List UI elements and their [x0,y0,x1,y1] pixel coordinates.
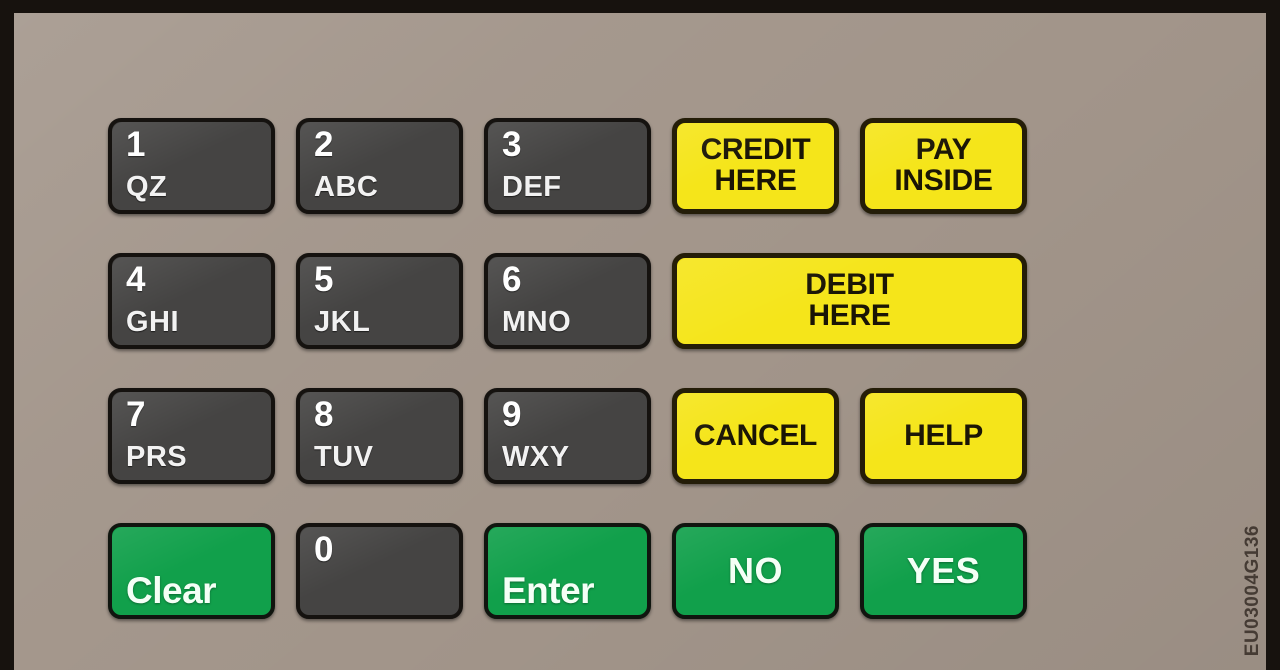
key-clear[interactable]: Clear [108,523,275,619]
key-0[interactable]: 0 [296,523,463,619]
key-label: Enter [502,570,595,611]
key-enter[interactable]: Enter [484,523,651,619]
key-label: NO [728,550,783,591]
key-label: YES [906,550,981,591]
keypad-faceplate: 1 QZ 2 ABC 3 DEF CREDIT HERE PAY INSIDE 4 GHI 5 JKL… [14,13,1266,670]
key-debit-here[interactable]: DEBIT HERE [672,253,1027,349]
key-7[interactable]: 7 PRS [108,388,275,484]
key-letters: WXY [502,441,570,474]
key-2[interactable]: 2 ABC [296,118,463,214]
key-digit: 1 [126,125,145,164]
key-digit: 6 [502,260,521,299]
key-letters: ABC [314,171,379,204]
key-letters: PRS [126,441,188,474]
key-digit: 4 [126,260,145,299]
key-letters: GHI [126,306,180,339]
key-5[interactable]: 5 JKL [296,253,463,349]
key-label: Clear [126,570,217,611]
key-digit: 0 [314,530,333,569]
key-digit: 5 [314,260,333,299]
key-yes[interactable]: YES [860,523,1027,619]
key-label: PAY INSIDE [894,133,993,197]
key-1[interactable]: 1 QZ [108,118,275,214]
key-digit: 2 [314,125,333,164]
key-letters: JKL [314,306,371,339]
key-digit: 8 [314,395,333,434]
key-digit: 3 [502,125,521,164]
key-6[interactable]: 6 MNO [484,253,651,349]
key-label: CREDIT HERE [700,133,811,197]
keypad-key-grid: 1 QZ 2 ABC 3 DEF CREDIT HERE PAY INSIDE 4 GHI 5 JKL… [108,118,1029,623]
key-letters: DEF [502,171,562,204]
key-label: DEBIT HERE [805,268,894,332]
keypad-overlay: 1 QZ 2 ABC 3 DEF CREDIT HERE PAY INSIDE 4 GHI 5 JKL… [0,0,1280,670]
key-label: HELP [904,418,983,452]
key-digit: 7 [126,395,145,434]
key-credit-here[interactable]: CREDIT HERE [672,118,839,214]
key-cancel[interactable]: CANCEL [672,388,839,484]
key-label: CANCEL [693,418,818,452]
part-number-label: EU03004G136 [1242,524,1263,656]
key-pay-inside[interactable]: PAY INSIDE [860,118,1027,214]
key-8[interactable]: 8 TUV [296,388,463,484]
key-letters: TUV [314,441,374,474]
key-digit: 9 [502,395,521,434]
key-4[interactable]: 4 GHI [108,253,275,349]
key-letters: QZ [126,171,168,204]
key-3[interactable]: 3 DEF [484,118,651,214]
key-no[interactable]: NO [672,523,839,619]
key-letters: MNO [502,306,572,339]
key-9[interactable]: 9 WXY [484,388,651,484]
key-help[interactable]: HELP [860,388,1027,484]
